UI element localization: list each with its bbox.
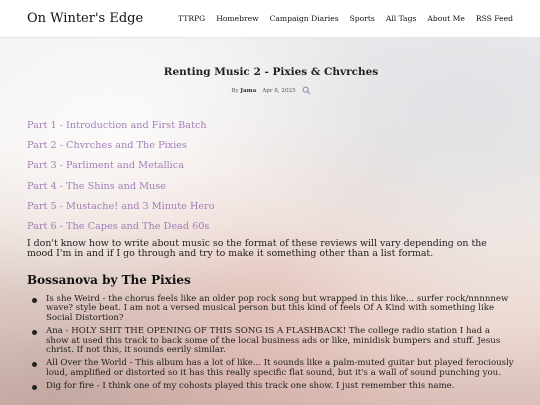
post-meta: By Jama Apr 8, 2025 xyxy=(27,86,515,95)
list-item: Dig for fire - I think one of my cohosts… xyxy=(27,382,515,392)
by-label: By xyxy=(231,87,239,94)
nav-all-tags[interactable]: All Tags xyxy=(386,14,417,23)
post-title: Renting Music 2 - Pixies & Chvrches xyxy=(163,66,379,78)
nav-sports[interactable]: Sports xyxy=(350,14,375,23)
nav-about-me[interactable]: About Me xyxy=(427,14,465,23)
nav-ttrpg[interactable]: TTRPG xyxy=(178,14,205,23)
search-icon[interactable] xyxy=(302,86,311,95)
list-item: Is she Weird - the chorus feels like an … xyxy=(27,294,515,324)
intro-paragraph: I don't know how to write about music so… xyxy=(27,238,487,260)
part-link-1[interactable]: Part 1 - Introduction and First Batch xyxy=(27,116,515,136)
series-parts-list: Part 1 - Introduction and First Batch Pa… xyxy=(27,116,515,237)
nav-rss-feed[interactable]: RSS Feed xyxy=(476,14,513,23)
nav-campaign-diaries[interactable]: Campaign Diaries xyxy=(270,14,339,23)
part-link-3[interactable]: Part 3 - Parliment and Metallica xyxy=(27,156,515,176)
main-nav: TTRPG Homebrew Campaign Diaries Sports A… xyxy=(178,14,513,23)
post-content: Renting Music 2 - Pixies & Chvrches By J… xyxy=(27,38,515,395)
nav-homebrew[interactable]: Homebrew xyxy=(216,14,258,23)
byline: By Jama xyxy=(231,88,256,94)
track-review-list: Is she Weird - the chorus feels like an … xyxy=(27,294,515,392)
list-item: Ana - HOLY SHIT THE OPENING OF THIS SONG… xyxy=(27,326,515,356)
part-link-6[interactable]: Part 6 - The Capes and The Dead 60s xyxy=(27,217,515,237)
part-link-4[interactable]: Part 4 - The Shins and Muse xyxy=(27,177,515,197)
list-item: All Over the World - This album has a lo… xyxy=(27,359,515,378)
site-title[interactable]: On Winter's Edge xyxy=(27,11,143,26)
section-heading: Bossanova by The Pixies xyxy=(27,272,191,287)
post-date: Apr 8, 2025 xyxy=(262,87,296,94)
author-name[interactable]: Jama xyxy=(240,88,256,94)
part-link-5[interactable]: Part 5 - Mustache! and 3 Minute Hero xyxy=(27,197,515,217)
site-header: On Winter's Edge TTRPG Homebrew Campaign… xyxy=(0,0,540,38)
part-link-2[interactable]: Part 2 - Chvrches and The Pixies xyxy=(27,136,515,156)
